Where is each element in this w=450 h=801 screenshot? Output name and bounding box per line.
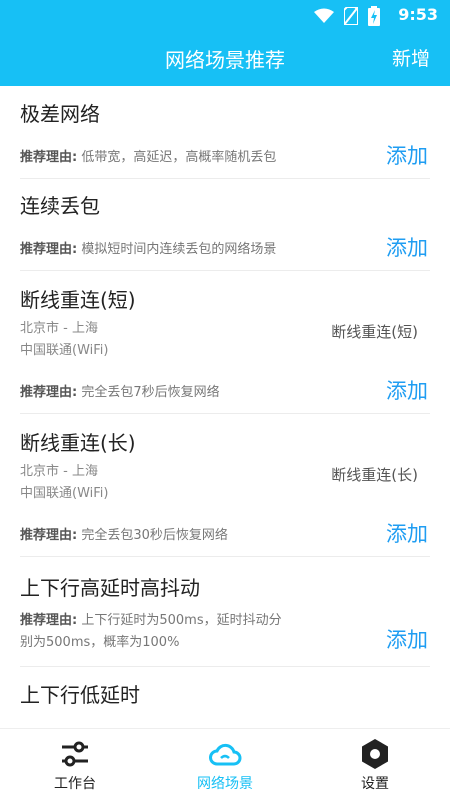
list-item[interactable]: 上下行低延时 添加 [20, 666, 430, 726]
scenario-reason: 推荐理由: 完全丢包7秒后恢复网络 [20, 382, 220, 404]
tab-label: 设置 [361, 776, 389, 792]
scenario-reason: 推荐理由: 低带宽，高延迟，高概率随机丢包 [20, 147, 276, 169]
scenario-name: 断线重连(长) [20, 431, 136, 455]
tab-label: 工作台 [54, 776, 96, 792]
scenario-tag: 断线重连(短) [331, 323, 418, 341]
reason-label: 推荐理由: [20, 528, 78, 543]
list-item[interactable]: 极差网络 推荐理由: 低带宽，高延迟，高概率随机丢包 添加 [20, 86, 430, 179]
scenario-route: 北京市 - 上海 [20, 321, 98, 336]
sliders-icon [62, 741, 88, 767]
reason-text: 上下行延时为500ms，延时抖动分 [81, 613, 282, 628]
reason-text: 低带宽，高延迟，高概率随机丢包 [81, 150, 277, 165]
wifi-icon [314, 8, 334, 23]
battery-icon [368, 6, 380, 26]
add-button[interactable]: 添加 [386, 375, 428, 405]
scenario-list[interactable]: 极差网络 推荐理由: 低带宽，高延迟，高概率随机丢包 添加 连续丢包 推荐理由:… [0, 86, 450, 726]
scenario-name: 连续丢包 [20, 194, 100, 218]
scenario-route: 北京市 - 上海 [20, 464, 98, 479]
scenario-name: 极差网络 [20, 102, 100, 126]
tab-workbench[interactable]: 工作台 [0, 729, 150, 801]
scenario-reason: 推荐理由: 上下行延时为500ms，延时抖动分 [20, 610, 282, 632]
scenario-tag: 断线重连(长) [331, 466, 418, 484]
settings-icon [362, 739, 388, 769]
add-new-button[interactable]: 新增 [392, 44, 430, 71]
app-bar: 网络场景推荐 新增 [0, 30, 450, 86]
list-item[interactable]: 断线重连(长) 北京市 - 上海 中国联通(WiFi) 断线重连(长) 推荐理由… [20, 413, 430, 557]
status-bar: 9:53 [0, 0, 450, 30]
bottom-navigation: 工作台 网络场景 设置 [0, 728, 450, 801]
reason-label: 推荐理由: [20, 385, 78, 400]
tab-network-scenarios[interactable]: 网络场景 [150, 729, 300, 801]
cloud-icon [209, 743, 242, 766]
add-button[interactable]: 添加 [386, 721, 428, 726]
reason-label: 推荐理由: [20, 150, 78, 165]
add-button[interactable]: 添加 [386, 232, 428, 262]
scenario-name: 断线重连(短) [20, 288, 136, 312]
tab-settings[interactable]: 设置 [300, 729, 450, 801]
add-button[interactable]: 添加 [386, 518, 428, 548]
no-sim-icon [344, 7, 358, 25]
tab-label: 网络场景 [197, 776, 253, 792]
clock: 9:53 [398, 5, 438, 24]
reason-text: 完全丢包30秒后恢复网络 [81, 528, 228, 543]
page-title: 网络场景推荐 [165, 48, 285, 72]
scenario-name: 上下行高延时高抖动 [20, 576, 200, 600]
status-icons [314, 6, 380, 26]
reason-text: 完全丢包7秒后恢复网络 [81, 385, 220, 400]
scenario-reason-cont: 别为500ms，概率为100% [20, 635, 180, 650]
scenario-reason: 推荐理由: 模拟短时间内连续丢包的网络场景 [20, 239, 276, 261]
list-item[interactable]: 连续丢包 推荐理由: 模拟短时间内连续丢包的网络场景 添加 [20, 178, 430, 271]
list-item[interactable]: 上下行高延时高抖动 推荐理由: 上下行延时为500ms，延时抖动分 别为500m… [20, 556, 430, 667]
add-button[interactable]: 添加 [386, 140, 428, 170]
reason-label: 推荐理由: [20, 613, 78, 628]
scenario-name: 上下行低延时 [20, 683, 140, 707]
scenario-carrier: 中国联通(WiFi) [20, 486, 109, 501]
list-item[interactable]: 断线重连(短) 北京市 - 上海 中国联通(WiFi) 断线重连(短) 推荐理由… [20, 270, 430, 414]
add-button[interactable]: 添加 [386, 624, 428, 654]
reason-text: 模拟短时间内连续丢包的网络场景 [81, 242, 277, 257]
scenario-reason: 推荐理由: 完全丢包30秒后恢复网络 [20, 525, 228, 547]
reason-label: 推荐理由: [20, 242, 78, 257]
scenario-carrier: 中国联通(WiFi) [20, 343, 109, 358]
